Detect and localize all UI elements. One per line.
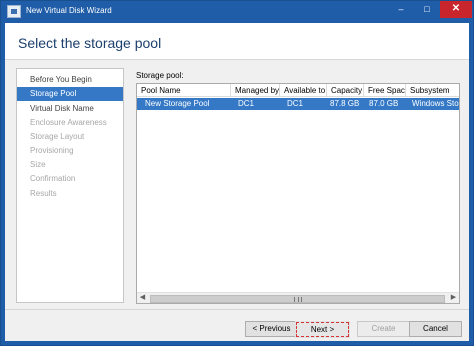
nav-item-confirmation: Confirmation [30, 174, 76, 183]
window-title: New Virtual Disk Wizard [26, 6, 112, 15]
storage-pool-label: Storage pool: [136, 71, 184, 80]
virtual-disk-icon [7, 5, 21, 18]
nav-item-results: Results [30, 189, 57, 198]
horizontal-scrollbar[interactable]: ◀ ▶ [137, 292, 459, 303]
nav-item-virtual-disk-name[interactable]: Virtual Disk Name [17, 102, 123, 116]
column-header-capacity[interactable]: Capacity [327, 84, 364, 97]
cell-pool-name: New Storage Pool [145, 99, 210, 108]
scrollbar-thumb[interactable] [150, 295, 445, 303]
scrollbar-track[interactable] [149, 294, 447, 303]
cancel-button[interactable]: Cancel [409, 321, 462, 337]
wizard-body: Select the storage pool Before You Begin… [5, 23, 469, 341]
column-header-available-to[interactable]: Available to [280, 84, 327, 97]
scroll-right-icon[interactable]: ▶ [448, 293, 459, 303]
page-title: Select the storage pool [18, 35, 162, 51]
wizard-window: New Virtual Disk Wizard – □ ✕ Select the… [0, 0, 474, 346]
minimize-button[interactable]: – [389, 1, 413, 18]
cell-subsystem: Windows Stora [412, 99, 459, 108]
nav-item-storage-layout: Storage Layout [30, 132, 85, 141]
column-header-free-space[interactable]: Free Space [364, 84, 406, 97]
next-button[interactable]: Next > [295, 321, 350, 338]
cell-managed-by: DC1 [238, 99, 255, 108]
column-header-subsystem[interactable]: Subsystem [406, 84, 459, 97]
column-header-pool-name[interactable]: Pool Name [137, 84, 231, 97]
title-bar[interactable]: New Virtual Disk Wizard – □ ✕ [1, 1, 473, 23]
cell-free-space: 87.0 GB [369, 99, 399, 108]
nav-item-before-you-begin[interactable]: Before You Begin [17, 73, 123, 87]
cell-capacity: 87.8 GB [330, 99, 360, 108]
wizard-header: Select the storage pool [5, 23, 469, 59]
footer-divider [5, 309, 469, 310]
header-divider [5, 59, 469, 60]
scroll-left-icon[interactable]: ◀ [137, 293, 148, 303]
close-button[interactable]: ✕ [440, 1, 472, 18]
scrollbar-grip-icon [294, 297, 302, 302]
nav-item-provisioning: Provisioning [30, 146, 74, 155]
table-row[interactable]: New Storage Pool DC1 DC1 87.8 GB 87.0 GB… [137, 98, 459, 110]
previous-button[interactable]: < Previous [245, 321, 298, 337]
wizard-steps-nav: Before You Begin Storage Pool Virtual Di… [16, 68, 124, 303]
cell-available-to: DC1 [287, 99, 304, 108]
column-header-managed-by[interactable]: Managed by [231, 84, 280, 97]
create-button: Create [357, 321, 410, 337]
nav-item-storage-pool[interactable]: Storage Pool [17, 87, 123, 101]
storage-pool-table: Pool Name Managed by Available to Capaci… [136, 83, 460, 304]
nav-item-enclosure-awareness: Enclosure Awareness [30, 118, 107, 127]
table-header: Pool Name Managed by Available to Capaci… [137, 84, 459, 97]
maximize-button[interactable]: □ [415, 1, 439, 18]
nav-item-size: Size [30, 160, 46, 169]
